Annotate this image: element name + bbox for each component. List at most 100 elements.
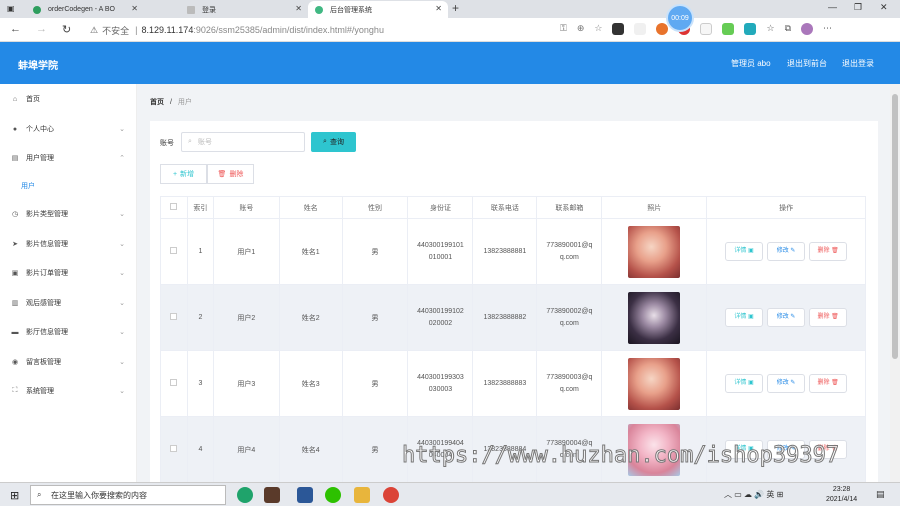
back-icon[interactable]: ←	[10, 23, 21, 35]
search-input[interactable]: ⌕ 账号	[181, 132, 305, 152]
forward-icon[interactable]: →	[36, 23, 47, 35]
tab-ordercodegen[interactable]: orderCodegen - A BO ✕	[26, 1, 144, 18]
user-photo	[628, 291, 681, 344]
bar-chart-icon: ▥	[11, 300, 19, 307]
sidebar-item-film-order[interactable]: ▣ 影片订单管理 ⌄	[0, 266, 137, 280]
profile-avatar[interactable]	[801, 23, 813, 35]
key-icon[interactable]: ⚿	[560, 23, 567, 35]
add-button[interactable]: + 新增	[160, 164, 207, 184]
word-app-icon[interactable]	[297, 487, 313, 503]
minimize-icon[interactable]: —	[828, 2, 837, 12]
sidebar-item-hall[interactable]: ▬ 影厅信息管理 ⌄	[0, 325, 137, 339]
cell-id-card: 440300199303 030003	[407, 350, 474, 417]
detail-button[interactable]: 详情 ▣	[725, 242, 764, 261]
column-header[interactable]: 身份证	[407, 196, 474, 219]
favorites-icon[interactable]: ☆	[766, 23, 774, 35]
user-table: 索引 账号 姓名 性别 身份证 联系电话 联系邮箱 照片 操作 1 用户1 姓名…	[160, 196, 866, 483]
column-header[interactable]: 照片	[601, 196, 708, 219]
new-tab-icon[interactable]: +	[452, 1, 459, 15]
app-icon[interactable]	[264, 487, 280, 503]
brand-title: 蚌埠学院	[18, 61, 58, 72]
remove-button[interactable]: 删除 🗑	[809, 308, 848, 327]
close-icon[interactable]: ✕	[295, 4, 302, 13]
sidebar-subitem-user[interactable]: 用户	[21, 181, 35, 191]
sidebar-item-film-type[interactable]: ◷ 影片类型管理 ⌄	[0, 207, 137, 221]
column-header[interactable]: 姓名	[278, 196, 343, 219]
notification-icon[interactable]: ▤	[876, 489, 885, 500]
favorite-star-icon[interactable]: ☆	[594, 23, 602, 35]
reload-icon[interactable]: ↻	[62, 23, 71, 36]
column-header[interactable]: 操作	[706, 196, 866, 219]
taskbar-clock[interactable]: 23:28 2021/4/14	[826, 485, 857, 505]
wechat-app-icon[interactable]	[325, 487, 341, 503]
cell-name: 姓名3	[278, 350, 343, 417]
cell-index: 1	[186, 218, 214, 285]
query-button[interactable]: ⌕ 查询	[311, 132, 356, 152]
sidebar-item-messages[interactable]: ◉ 留言板管理 ⌄	[0, 355, 137, 369]
remove-button[interactable]: 删除 🗑	[809, 374, 848, 393]
sidebar-item-home[interactable]: ⌂ 首页	[0, 92, 137, 106]
row-checkbox[interactable]	[160, 416, 188, 483]
sidebar-item-reviews[interactable]: ▥ 观后感管理 ⌄	[0, 296, 137, 310]
collections-icon[interactable]: ⧉	[785, 23, 791, 35]
windows-start-icon[interactable]: ⊞	[10, 489, 19, 502]
file-explorer-icon[interactable]	[354, 487, 370, 503]
maximize-icon[interactable]: ❐	[854, 2, 862, 13]
timer-badge: 00:09	[666, 4, 694, 32]
extension-icon[interactable]	[722, 23, 735, 35]
tab-actions-icon[interactable]: ▣	[0, 1, 28, 18]
edit-button[interactable]: 修改 ✎	[767, 242, 806, 261]
sidebar-item-user-mgmt[interactable]: ▤ 用户管理 ⌃	[0, 151, 137, 165]
extension-icon[interactable]	[744, 23, 757, 35]
close-window-icon[interactable]: ✕	[880, 2, 888, 13]
sidebar-item-system[interactable]: ⛶ 系统管理 ⌄	[0, 384, 137, 398]
edit-button[interactable]: 修改 ✎	[767, 308, 806, 327]
admin-user-link[interactable]: 管理员 abo	[731, 58, 771, 69]
chrome-app-icon[interactable]	[383, 487, 399, 503]
edit-button[interactable]: 修改 ✎	[767, 374, 806, 393]
cell-photo	[601, 350, 708, 417]
extension-icon[interactable]	[700, 23, 713, 35]
delete-button[interactable]: 🗑 删除	[207, 164, 254, 184]
extension-icon[interactable]	[612, 23, 625, 35]
select-all-checkbox[interactable]	[160, 196, 188, 219]
to-front-link[interactable]: 退出到前台	[787, 58, 827, 69]
search-icon: ⌕	[188, 138, 192, 145]
row-checkbox[interactable]	[160, 284, 188, 351]
detail-button[interactable]: 详情 ▣	[725, 374, 764, 393]
close-icon[interactable]: ✕	[131, 4, 138, 13]
close-icon[interactable]: ✕	[435, 4, 442, 13]
scrollbar-thumb[interactable]	[892, 94, 898, 359]
sidebar-item-profile[interactable]: ● 个人中心 ⌄	[0, 122, 137, 136]
taskbar-search-input[interactable]: ⌕ 在这里输入你要搜索的内容	[30, 485, 226, 505]
detail-button[interactable]: 详情 ▣	[725, 308, 764, 327]
cell-name: 姓名4	[278, 416, 343, 483]
logout-link[interactable]: 退出登录	[842, 58, 874, 69]
system-tray-icons[interactable]: ︿ ▭ ☁ 🔊 英 ⊞	[724, 489, 783, 500]
more-icon[interactable]: ⋯	[823, 23, 832, 35]
column-header[interactable]: 账号	[212, 196, 280, 219]
row-checkbox[interactable]	[160, 350, 188, 417]
search-label: 账号	[160, 140, 174, 147]
zoom-icon[interactable]: ⊕	[577, 23, 585, 35]
remove-button[interactable]: 删除 🗑	[809, 242, 848, 261]
page-scrollbar[interactable]	[890, 84, 900, 482]
windows-taskbar: ⊞ ⌕ 在这里输入你要搜索的内容 ︿ ▭ ☁ 🔊 英 ⊞ 23:28 2021/…	[0, 482, 900, 506]
row-checkbox[interactable]	[160, 218, 188, 285]
extension-icon[interactable]	[634, 23, 647, 35]
edge-app-icon[interactable]	[237, 487, 253, 503]
column-header[interactable]: 性别	[341, 196, 409, 219]
tab-login[interactable]: 登录 ✕	[180, 1, 308, 18]
table-row: 3 用户3 姓名3 男 440300199303 030003 138238888…	[160, 350, 866, 417]
column-header[interactable]: 联系电话	[472, 196, 538, 219]
breadcrumb-home[interactable]: 首页	[150, 99, 164, 106]
user-photo	[628, 357, 681, 410]
tab-admin-active[interactable]: 后台管理系统 ✕	[308, 1, 448, 18]
cell-email: 773890001@q q.com	[536, 218, 603, 285]
extension-icon[interactable]	[656, 23, 669, 35]
url-input[interactable]: ⚠ 不安全 | 8.129.11.174 :9026/ssm25385/admi…	[90, 22, 610, 38]
column-header[interactable]: 联系邮箱	[536, 196, 603, 219]
column-header[interactable]: 索引	[186, 196, 214, 219]
chevron-down-icon: ⌄	[119, 359, 125, 366]
sidebar-item-film-info[interactable]: ➤ 影片信息管理 ⌄	[0, 237, 137, 251]
